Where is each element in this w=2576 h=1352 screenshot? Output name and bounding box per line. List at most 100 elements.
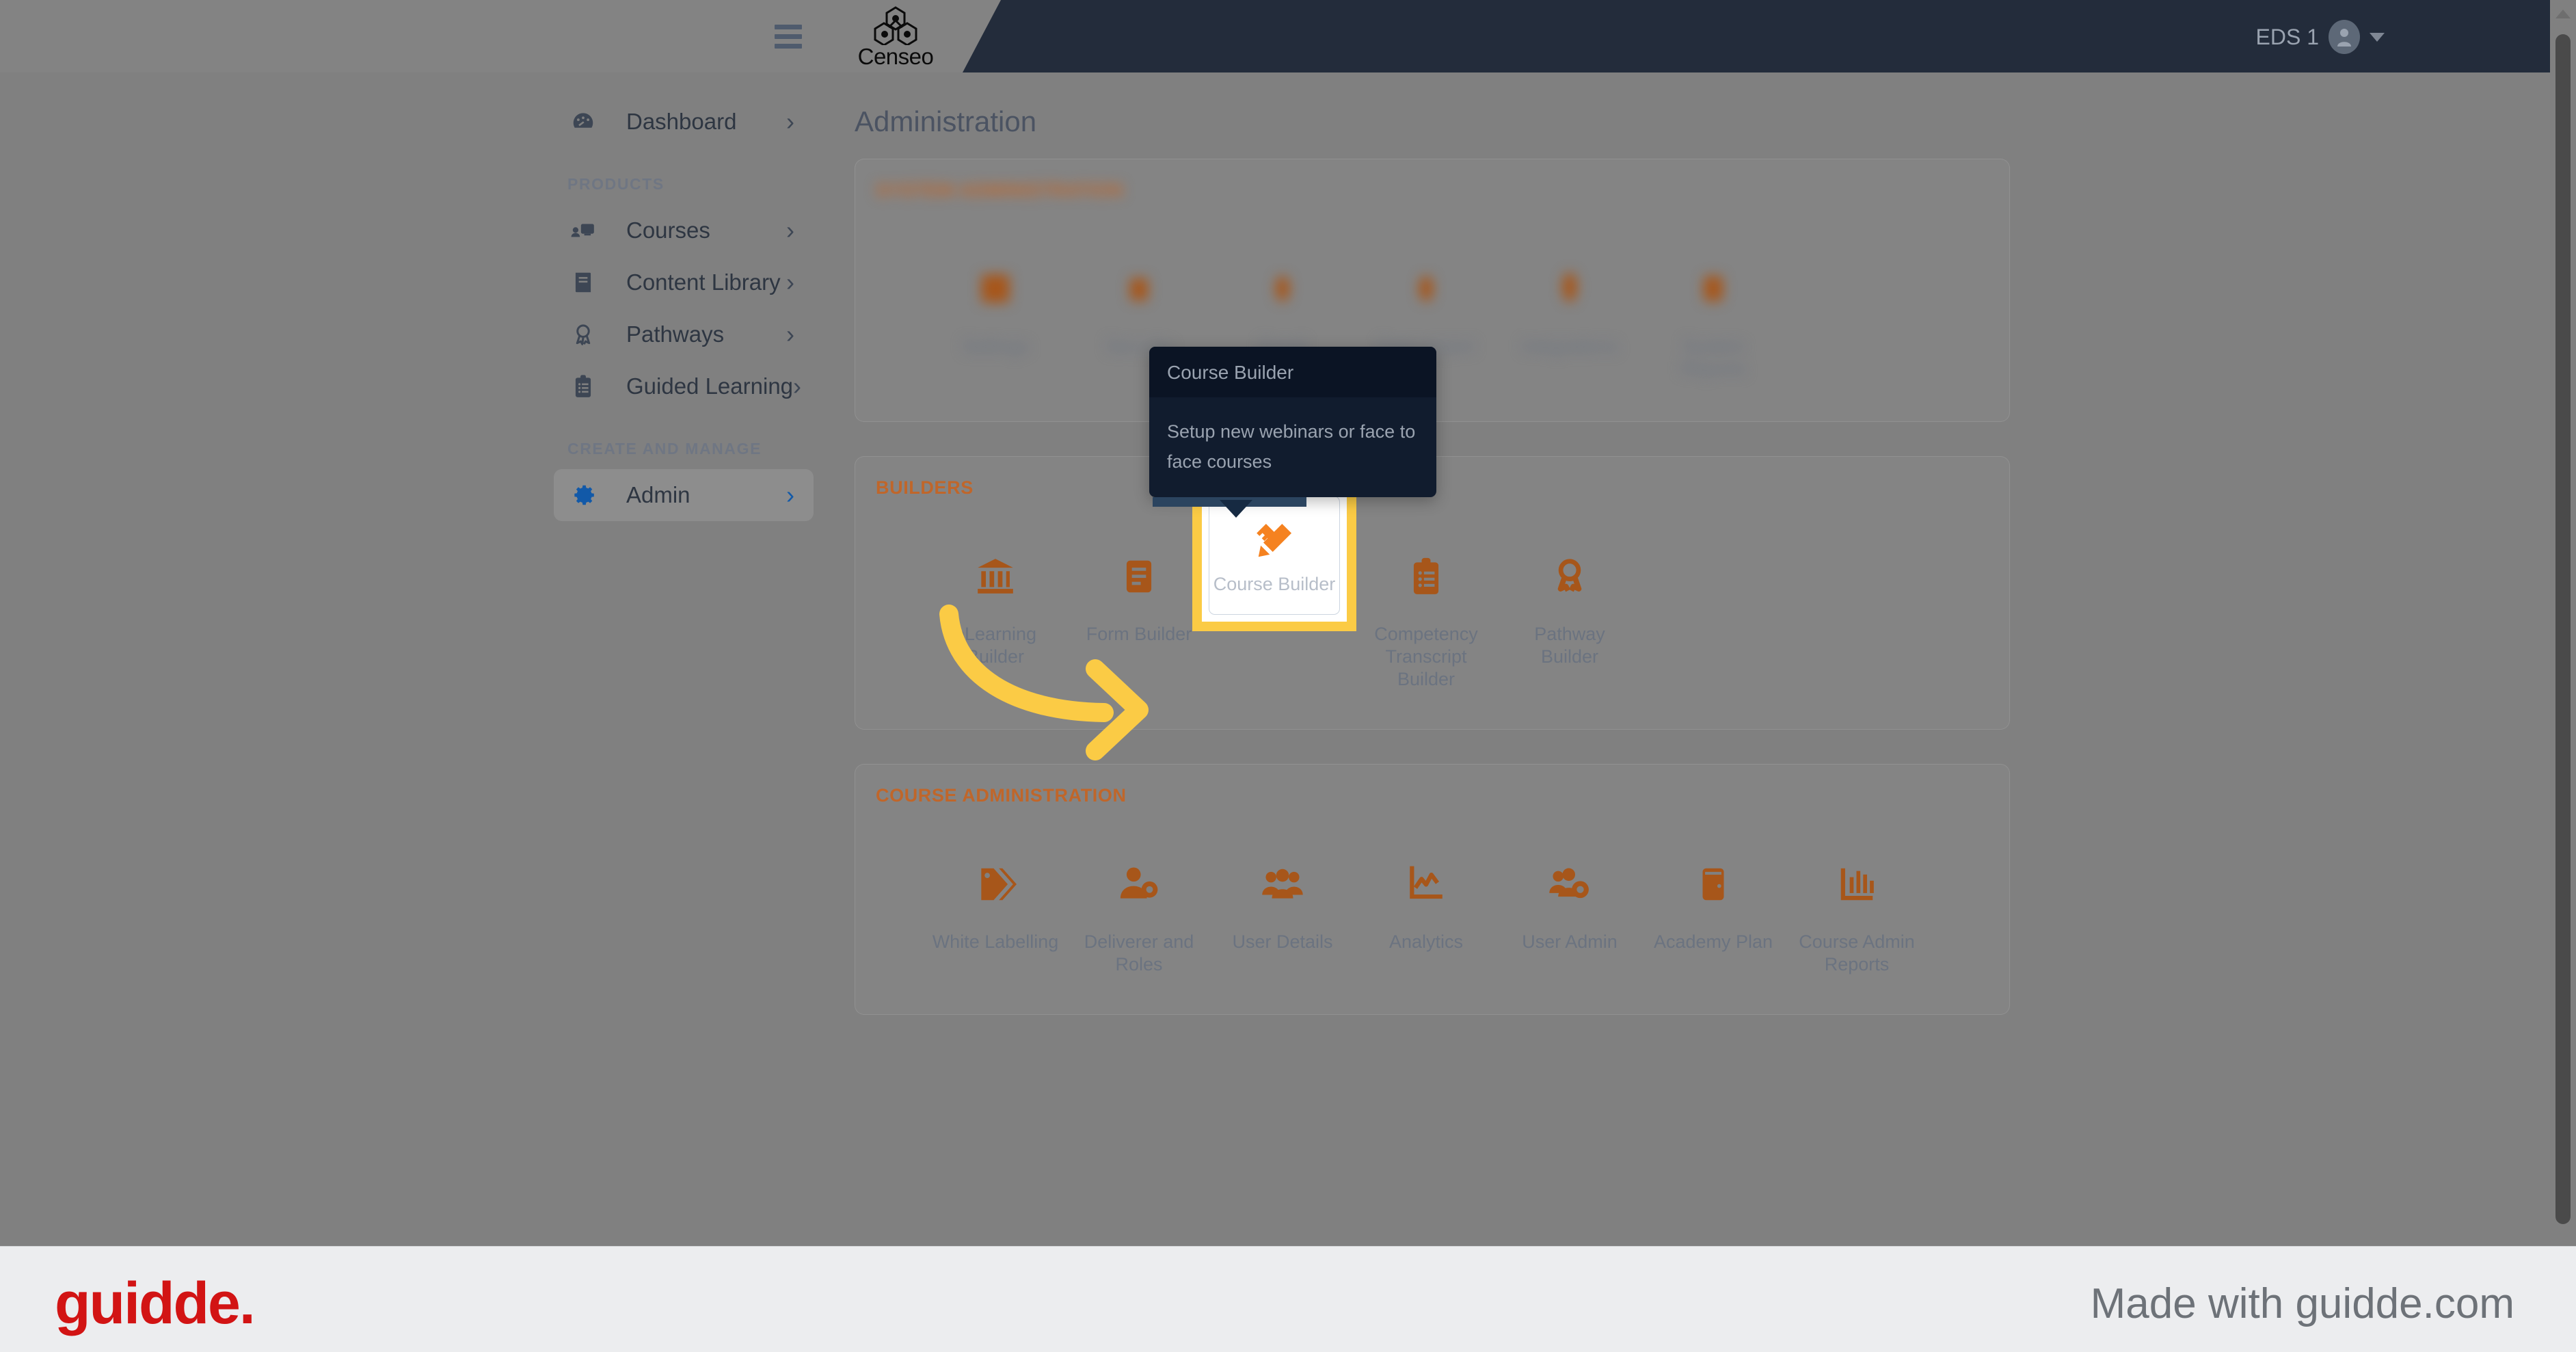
sidebar-item-label: Courses	[626, 217, 710, 243]
pencil-ruler-icon	[1253, 516, 1296, 566]
chevron-right-icon: ›	[793, 372, 802, 400]
brand-name: Censeo	[857, 44, 934, 69]
tile-course-admin-reports[interactable]: Course Admin Reports	[1785, 847, 1929, 976]
vertical-scrollbar[interactable]	[2550, 0, 2576, 1246]
tile-user-admin[interactable]: User Admin	[1498, 847, 1641, 976]
tile-label: Deliverer and Roles	[1084, 931, 1194, 975]
user-menu[interactable]: EDS 1	[2256, 18, 2385, 56]
sidebar-item-label: Admin	[626, 482, 690, 507]
dashboard-gauge-icon	[567, 106, 599, 137]
scroll-up-arrow-icon[interactable]	[2555, 10, 2571, 18]
sidebar-item-label: Content Library	[626, 269, 781, 295]
tile-white-labelling[interactable]: White Labelling	[924, 847, 1067, 976]
users-gear-icon	[1548, 847, 1591, 921]
clipboard-list-icon	[567, 371, 599, 402]
tile-elearning-builder[interactable]: eLearning Builder	[924, 540, 1067, 691]
settings-icon	[974, 252, 1017, 326]
book-icon	[567, 267, 599, 298]
sidebar-section-products: PRODUCTS	[567, 175, 665, 193]
tile-label: Form Builder	[1086, 624, 1192, 644]
chevron-down-icon	[2370, 32, 2385, 42]
user-name: EDS 1	[2255, 24, 2319, 49]
bar-chart-icon	[1836, 847, 1878, 921]
chevron-right-icon: ›	[786, 268, 794, 296]
tile-label: White Labelling	[932, 931, 1059, 952]
tile-grid: eLearning Builder Form Builder Course Bu…	[855, 347, 2009, 729]
sidebar-item-content-library[interactable]: Content Library ›	[554, 256, 814, 308]
guidde-logo: guidde.	[55, 1271, 256, 1336]
tooltip-body: Setup new webinars or face to face cours…	[1167, 421, 1416, 472]
tile-label: System Reports	[1680, 336, 1746, 379]
bank-columns-icon	[974, 540, 1017, 613]
gear-icon	[567, 479, 599, 511]
sidebar-item-pathways[interactable]: Pathways ›	[554, 308, 814, 360]
tile-deliverer-and-roles[interactable]: Deliverer and Roles	[1067, 847, 1211, 976]
tile-form-builder[interactable]: Form Builder	[1067, 540, 1211, 691]
courses-screen-icon	[567, 215, 599, 246]
chevron-right-icon: ›	[786, 107, 794, 135]
avatar	[2329, 20, 2360, 54]
system-reports-icon	[1694, 252, 1732, 326]
sidebar-section-create-and-manage: CREATE AND MANAGE	[567, 440, 762, 458]
made-with-guidde-text: Made with guidde.com	[2090, 1280, 2514, 1327]
tooltip-pointer-arrow	[1220, 500, 1252, 518]
application-window: Censeo EDS 1 Dashboard › PRODUCTS Course…	[0, 0, 2576, 1246]
tooltip-course-builder: Course Builder Setup new webinars or fac…	[1149, 347, 1436, 518]
tile-label: Settings	[962, 336, 1029, 356]
brand-logo[interactable]: Censeo	[841, 5, 950, 68]
chevron-right-icon: ›	[786, 320, 794, 348]
sidebar-item-label: Pathways	[626, 321, 725, 347]
email-icon	[1265, 252, 1300, 326]
tile-label: Integrations	[1521, 336, 1618, 356]
guidde-footer: guidde. Made with guidde.com	[0, 1246, 2576, 1352]
form-icon	[1118, 540, 1160, 613]
panel-course-administration: COURSE ADMINISTRATION White Labelling De…	[855, 764, 2010, 1015]
integrations-icon	[1552, 252, 1587, 326]
tile-label: Analytics	[1388, 931, 1464, 952]
tile-label: User Admin	[1522, 931, 1618, 952]
clipboard-list-icon	[1405, 540, 1447, 613]
sidebar-item-admin[interactable]: Admin ›	[554, 469, 814, 521]
sidebar-item-courses[interactable]: Courses ›	[554, 204, 814, 256]
line-chart-icon	[1405, 847, 1447, 921]
tooltip-title: Course Builder	[1149, 347, 1436, 397]
tile-pathway-builder[interactable]: Pathway Builder	[1498, 540, 1641, 691]
panel-builders: BUILDERS eLearning Builder Form Builder …	[855, 347, 2010, 730]
award-ribbon-icon	[567, 319, 599, 350]
chevron-right-icon: ›	[786, 481, 794, 509]
tile-course-builder-wrapper: Course Builder Setup new webinars or fac…	[1149, 347, 1436, 691]
tile-integrations[interactable]: Integrations	[1498, 252, 1641, 380]
tile-analytics[interactable]: Analytics	[1354, 847, 1498, 976]
sidebar: Dashboard › PRODUCTS Courses › Content L…	[547, 72, 820, 1246]
sidebar-item-guided-learning[interactable]: Guided Learning ›	[554, 360, 814, 412]
main-content: Administration SYSTEM ADMINISTRATION Set…	[848, 72, 2557, 1246]
tile-label: Course Builder	[1213, 573, 1336, 594]
sidebar-item-label: Dashboard	[626, 109, 737, 134]
panel-title: COURSE ADMINISTRATION	[876, 785, 1127, 806]
users-group-icon	[1261, 847, 1304, 921]
sidebar-item-dashboard[interactable]: Dashboard ›	[554, 96, 814, 148]
tile-user-details[interactable]: User Details	[1211, 847, 1354, 976]
scroll-thumb[interactable]	[2555, 34, 2571, 1224]
top-navigation-bar: Censeo EDS 1	[0, 0, 2576, 72]
user-gear-icon	[1118, 847, 1160, 921]
award-ribbon-icon	[1548, 540, 1591, 613]
sidebar-item-label: Guided Learning	[626, 373, 794, 399]
tag-icon	[974, 847, 1017, 921]
tile-competency-transcript-builder[interactable]: Competency Transcript Builder	[1354, 540, 1498, 691]
chevron-right-icon: ›	[786, 216, 794, 244]
tile-grid: White Labelling Deliverer and Roles User…	[855, 806, 2009, 1014]
tile-system-reports[interactable]: System Reports	[1641, 252, 1785, 380]
tile-academy-plan[interactable]: Academy Plan	[1641, 847, 1785, 976]
security-icon	[1121, 252, 1157, 326]
hamburger-icon[interactable]	[775, 25, 802, 49]
door-icon	[1692, 847, 1734, 921]
data-import-icon	[1409, 252, 1443, 326]
tile-label: Pathway Builder	[1534, 624, 1605, 667]
tile-label: User Details	[1232, 931, 1333, 952]
tile-label: Academy Plan	[1653, 931, 1773, 952]
tile-settings[interactable]: Settings	[924, 252, 1067, 380]
tile-label: Course Admin Reports	[1799, 931, 1915, 975]
tile-label: Competency Transcript Builder	[1374, 624, 1478, 689]
page-title: Administration	[855, 105, 1037, 137]
